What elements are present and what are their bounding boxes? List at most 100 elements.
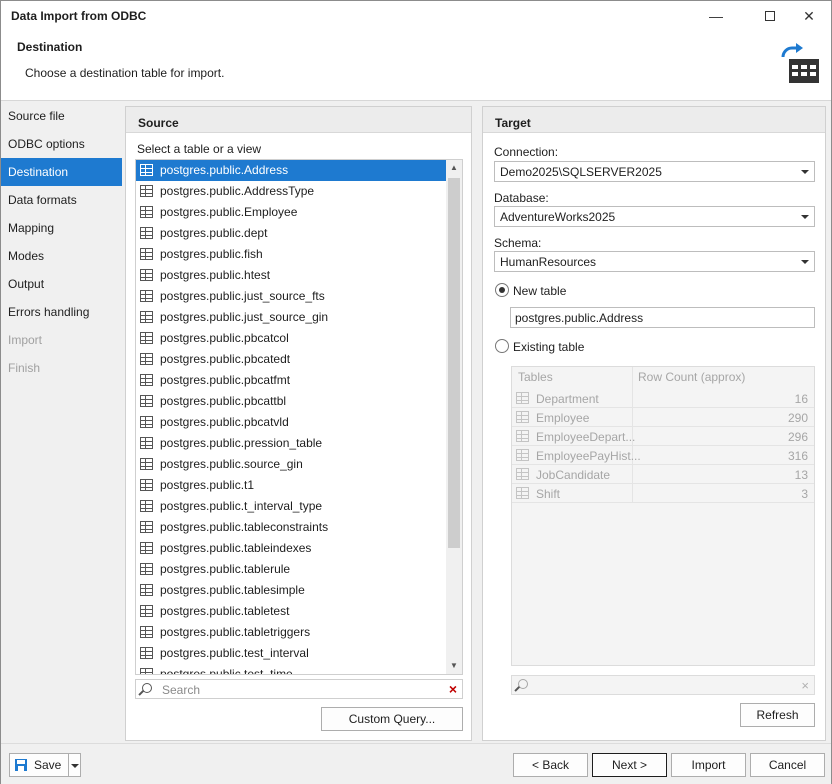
source-list-label: Select a table or a view [137, 142, 262, 156]
table-icon [516, 392, 529, 404]
back-label: < Back [531, 758, 570, 772]
nav-item-modes[interactable]: Modes [1, 242, 122, 270]
save-label: Save [34, 758, 62, 772]
table-name: postgres.public.AddressType [160, 184, 315, 198]
table-icon [140, 563, 153, 575]
table-icon [516, 487, 529, 499]
import-table-icon [781, 43, 819, 83]
connection-select[interactable]: Demo2025\SQLSERVER2025 [494, 161, 815, 182]
table-row[interactable]: postgres.public.test_interval [136, 643, 462, 664]
table-row[interactable]: postgres.public.pbcatvld [136, 412, 462, 433]
nav-item-data-formats[interactable]: Data formats [1, 186, 122, 214]
source-panel-title: Source [126, 107, 471, 133]
database-value: AdventureWorks2025 [500, 210, 616, 224]
grid-cell-row-count: 3 [801, 487, 808, 501]
next-button[interactable]: Next > [592, 753, 667, 777]
table-row[interactable]: postgres.public.AddressType [136, 181, 462, 202]
schema-select[interactable]: HumanResources [494, 251, 815, 272]
table-icon [140, 353, 153, 365]
grid-cell-table-name: JobCandidate [536, 468, 611, 482]
table-row[interactable]: postgres.public.tableindexes [136, 538, 462, 559]
close-icon: ✕ [803, 7, 815, 24]
nav-item-destination[interactable]: Destination [1, 158, 122, 186]
grid-row: Employee 290 [512, 408, 814, 427]
table-row[interactable]: postgres.public.pbcatfmt [136, 370, 462, 391]
table-name: postgres.public.tablesimple [160, 583, 305, 597]
table-icon [140, 668, 153, 674]
table-row[interactable]: postgres.public.t1 [136, 475, 462, 496]
table-row[interactable]: postgres.public.pbcattbl [136, 391, 462, 412]
table-name: postgres.public.fish [160, 247, 263, 261]
table-icon [140, 626, 153, 638]
table-icon [140, 248, 153, 260]
table-name: postgres.public.tableindexes [160, 541, 312, 555]
search-input[interactable]: Search [162, 683, 200, 697]
table-name: postgres.public.pbcattbl [160, 394, 287, 408]
table-row[interactable]: postgres.public.t_interval_type [136, 496, 462, 517]
table-icon [140, 395, 153, 407]
import-button[interactable]: Import [671, 753, 746, 777]
table-row[interactable]: postgres.public.just_source_gin [136, 307, 462, 328]
grid-cell-row-count: 16 [794, 392, 808, 406]
grid-header-tables: Tables [518, 370, 553, 384]
table-row[interactable]: postgres.public.fish [136, 244, 462, 265]
scroll-down-icon[interactable]: ▼ [446, 658, 462, 674]
back-button[interactable]: < Back [513, 753, 588, 777]
database-select[interactable]: AdventureWorks2025 [494, 206, 815, 227]
table-icon [140, 416, 153, 428]
table-icon [516, 430, 529, 442]
table-row[interactable]: postgres.public.pbcatcol [136, 328, 462, 349]
minimize-button[interactable]: — [693, 1, 739, 31]
scroll-up-icon[interactable]: ▲ [446, 160, 462, 176]
table-row[interactable]: postgres.public.tabletriggers [136, 622, 462, 643]
source-search-box[interactable]: Search × [135, 679, 463, 699]
source-list-scrollbar[interactable]: ▲ ▼ [446, 160, 462, 674]
table-row[interactable]: postgres.public.htest [136, 265, 462, 286]
table-row[interactable]: postgres.public.tabletest [136, 601, 462, 622]
table-row[interactable]: postgres.public.Employee [136, 202, 462, 223]
save-button[interactable]: Save [9, 753, 81, 777]
table-row[interactable]: postgres.public.source_gin [136, 454, 462, 475]
nav-item-output[interactable]: Output [1, 270, 122, 298]
nav-item-odbc-options[interactable]: ODBC options [1, 130, 122, 158]
import-label: Import [691, 758, 726, 772]
nav-item-source-file[interactable]: Source file [1, 102, 122, 130]
table-row[interactable]: postgres.public.dept [136, 223, 462, 244]
new-table-name-input[interactable]: postgres.public.Address [510, 307, 815, 328]
new-table-label[interactable]: New table [513, 284, 566, 298]
close-button[interactable]: ✕ [786, 1, 832, 31]
database-label: Database: [494, 191, 549, 205]
table-row[interactable]: postgres.public.pbcatedt [136, 349, 462, 370]
source-table-list[interactable]: postgres.public.Address postgres.public.A… [135, 159, 463, 675]
chevron-down-icon [801, 215, 809, 219]
data-import-window: Data Import from ODBC — ✕ Destination Ch… [0, 0, 832, 784]
table-row[interactable]: postgres.public.pression_table [136, 433, 462, 454]
grid-row: EmployeePayHist... 316 [512, 446, 814, 465]
custom-query-button[interactable]: Custom Query... [321, 707, 463, 731]
nav-item-mapping[interactable]: Mapping [1, 214, 122, 242]
new-table-radio[interactable] [495, 283, 509, 297]
table-name: postgres.public.tableconstraints [160, 520, 329, 534]
table-row[interactable]: postgres.public.Address [136, 160, 462, 181]
existing-tables-grid: Tables Row Count (approx) Department 16 Em… [511, 366, 815, 666]
nav-item-errors-handling[interactable]: Errors handling [1, 298, 122, 326]
table-row[interactable]: postgres.public.just_source_fts [136, 286, 462, 307]
table-row[interactable]: postgres.public.tablesimple [136, 580, 462, 601]
existing-table-label[interactable]: Existing table [513, 340, 584, 354]
cancel-button[interactable]: Cancel [750, 753, 825, 777]
table-icon [140, 206, 153, 218]
table-row[interactable]: postgres.public.tableconstraints [136, 517, 462, 538]
table-row[interactable]: postgres.public.tablerule [136, 559, 462, 580]
wizard-header: Destination Choose a destination table f… [1, 31, 831, 101]
new-table-name-value: postgres.public.Address [515, 311, 644, 325]
existing-table-radio[interactable] [495, 339, 509, 353]
refresh-button[interactable]: Refresh [740, 703, 815, 727]
chevron-down-icon[interactable] [71, 764, 79, 768]
scrollbar-thumb[interactable] [448, 178, 460, 548]
clear-search-icon[interactable]: × [449, 681, 457, 697]
table-name: postgres.public.pbcatedt [160, 352, 291, 366]
connection-value: Demo2025\SQLSERVER2025 [500, 165, 662, 179]
table-row[interactable]: postgres.public.test_time [136, 664, 462, 674]
table-icon [140, 269, 153, 281]
chevron-down-icon [801, 170, 809, 174]
